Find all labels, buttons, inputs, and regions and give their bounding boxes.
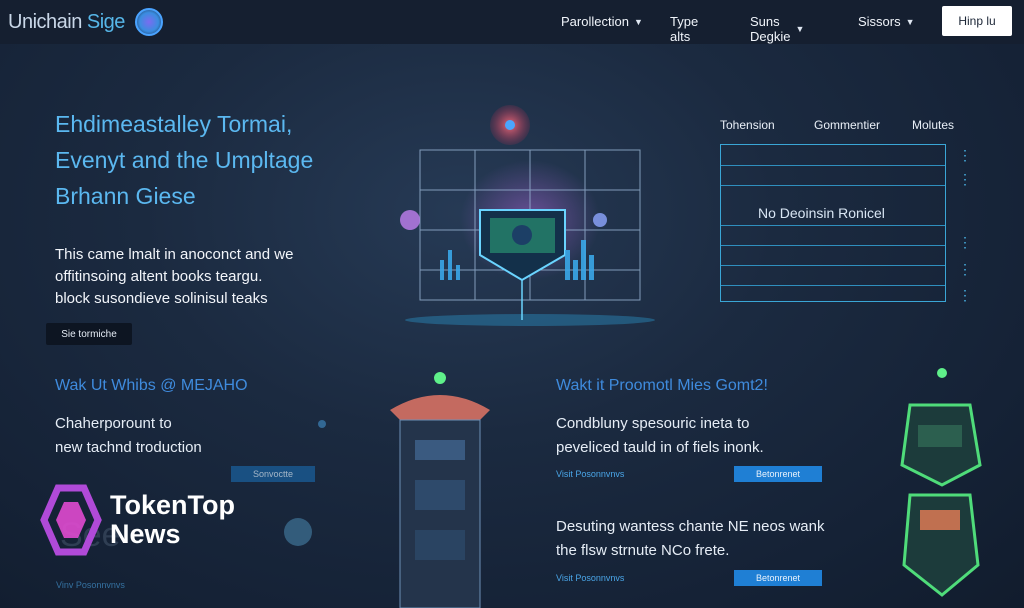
help-button[interactable]: Hinp lu — [942, 6, 1012, 36]
nav-item-sissors[interactable]: Sissors ▼ — [858, 14, 915, 29]
dot-indicator: ⋮ — [958, 171, 972, 187]
watermark: TokenTop News — [40, 484, 235, 556]
hero-title: Ehdimeastalley Tormai, Evenyt and the Um… — [55, 111, 314, 209]
panel-header-tohension: Tohension — [720, 118, 775, 132]
tower-illustration — [390, 372, 490, 608]
brand-name: Unichain Sige — [8, 10, 125, 33]
section-left-link[interactable]: Vinv Posonnvnvs — [56, 580, 125, 590]
panel-caption: No Deoinsin Ronicel — [758, 205, 885, 221]
hero-illustration — [400, 105, 655, 326]
divider — [721, 285, 945, 286]
section-right-bottom-button[interactable]: Betonrenet — [734, 570, 822, 586]
section-title-left: Wak Ut Whibs @ MEJAHO — [55, 377, 248, 394]
dot-indicator: ⋮ — [958, 287, 972, 303]
nav-item-type-alts[interactable]: Type alts — [670, 14, 698, 44]
decorative-orb — [318, 420, 326, 428]
tokentop-logo-icon — [40, 484, 102, 556]
top-navbar: Unichain Sige Parollection ▼ Type alts Su… — [0, 0, 1024, 44]
panel-header-gommentier: Gommentier — [814, 118, 881, 132]
brand-logo[interactable]: Unichain Sige — [8, 8, 163, 36]
divider — [721, 225, 945, 226]
dot-indicator: ⋮ — [958, 147, 972, 163]
chevron-down-icon: ▼ — [905, 16, 915, 27]
section-right-bottom-link[interactable]: Visit Posonnvnvs — [556, 573, 624, 583]
section-title-right: Wakt it Proomotl Mies Gomt2! — [556, 377, 768, 394]
data-panel — [720, 144, 946, 302]
hero-description: This came lmalt in anoconct and we offit… — [55, 246, 294, 307]
decorative-orb — [284, 518, 312, 546]
divider — [721, 245, 945, 246]
section-body-right-bottom: Desuting wantess chante NE neos wank the… — [556, 518, 825, 559]
section-right-button[interactable]: Betonrenet — [734, 466, 822, 482]
panel-header-molutes: Molutes — [912, 118, 955, 132]
chevron-down-icon: ▼ — [633, 16, 643, 27]
dot-indicator: ⋮ — [958, 234, 972, 250]
divider — [721, 265, 945, 266]
nav-item-suns-degkie[interactable]: Suns Degkie ▼ — [750, 14, 804, 44]
watermark-text: TokenTop News — [110, 490, 235, 549]
dot-indicator: ⋮ — [958, 261, 972, 277]
brand-icon — [134, 8, 163, 36]
section-body-right: Condbluny spesouric ineta to peveliced t… — [556, 415, 764, 456]
divider — [721, 185, 945, 186]
chevron-down-icon: ▼ — [795, 24, 805, 34]
nav-item-parollection[interactable]: Parollection ▼ — [561, 14, 643, 29]
robot-illustration — [900, 368, 982, 597]
section-body-left: Chaherporount to new tachnd troduction — [55, 415, 202, 456]
divider — [721, 165, 945, 166]
section-right-link[interactable]: Visit Posonnvnvs — [556, 469, 624, 479]
section-left-button[interactable]: Sonvoctte — [231, 466, 315, 482]
hero-cta-button[interactable]: Sie tormiche — [46, 323, 132, 345]
